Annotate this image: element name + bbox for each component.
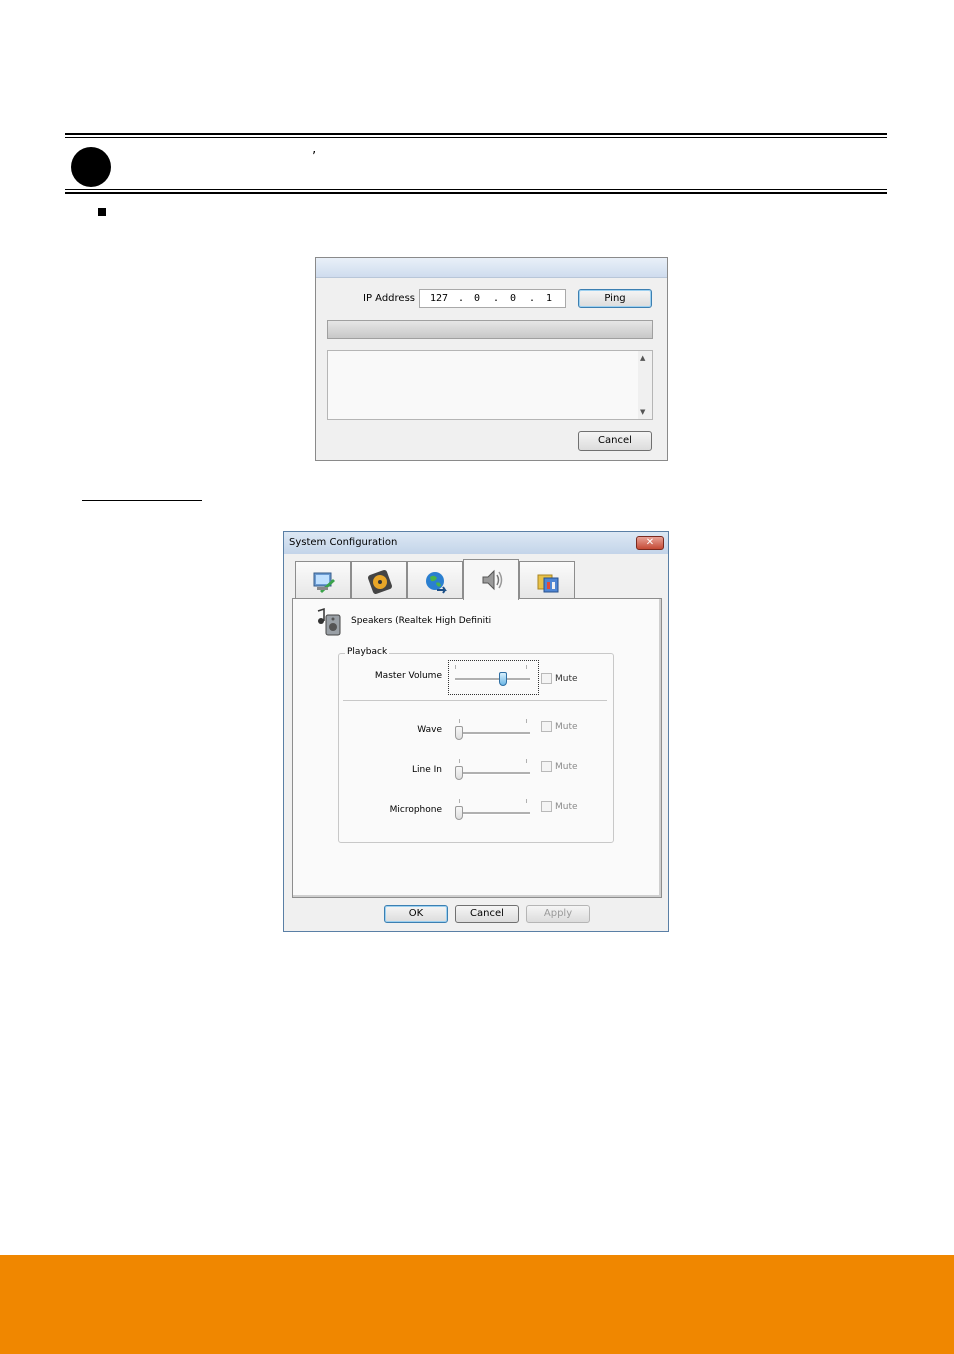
line-in-mute-label: Mute — [555, 762, 578, 772]
audio-device-icon — [317, 607, 341, 636]
system-settings-icon — [313, 572, 335, 593]
note-top-rule — [65, 133, 887, 135]
line-in-label: Line In — [412, 765, 442, 775]
ping-dialog: IP Address 127 . 0 . 0 . 1 Ping ▲ ▼ Canc… — [315, 257, 668, 461]
microphone-mute-checkbox[interactable] — [541, 801, 552, 812]
master-volume-tick — [526, 665, 527, 669]
close-button[interactable]: ✕ — [636, 536, 664, 550]
section-heading-underline — [82, 500, 202, 501]
ip-address-label: IP Address — [363, 293, 415, 304]
cancel-button[interactable]: Cancel — [455, 905, 519, 923]
microphone-mute-label: Mute — [555, 802, 578, 812]
note-bottom-rule — [65, 192, 887, 194]
microphone-label: Microphone — [389, 805, 442, 815]
note-top-rule-thin — [65, 137, 887, 138]
ip-octet-2: 0 — [474, 293, 481, 304]
note-icon — [71, 147, 111, 187]
ping-progress-bar — [327, 320, 653, 339]
master-volume-label: Master Volume — [374, 671, 442, 681]
ok-button[interactable]: OK — [384, 905, 448, 923]
microphone-track — [455, 812, 530, 815]
system-configuration-title-bar: System Configuration ✕ — [284, 532, 668, 554]
ip-octet-3: 0 — [510, 293, 517, 304]
note-bottom-rule-thin — [65, 189, 887, 190]
wave-slider[interactable] — [455, 726, 463, 740]
wave-mute-label: Mute — [555, 722, 578, 732]
wave-track — [455, 732, 530, 735]
microphone-tick — [459, 799, 460, 803]
playback-group-caption: Playback — [345, 647, 390, 657]
tab-storage[interactable] — [351, 561, 407, 599]
bullet-square-icon — [98, 208, 106, 216]
window-title: System Configuration — [289, 537, 398, 548]
wave-mute-checkbox[interactable] — [541, 721, 552, 732]
audio-settings-panel: Speakers (Realtek High Definiti Playback… — [292, 598, 662, 898]
ip-separator-3: . — [529, 293, 536, 304]
master-volume-mute-checkbox[interactable] — [541, 673, 552, 684]
speaker-icon — [482, 569, 503, 591]
master-volume-track — [455, 678, 530, 681]
microphone-tick — [526, 799, 527, 803]
line-in-tick — [526, 759, 527, 763]
tab-folders[interactable] — [519, 561, 575, 599]
master-volume-slider[interactable] — [499, 672, 507, 686]
line-in-tick — [459, 759, 460, 763]
wave-label: Wave — [417, 725, 442, 735]
master-volume-mute-label: Mute — [555, 674, 578, 684]
line-in-mute-checkbox[interactable] — [541, 761, 552, 772]
tab-network[interactable] — [407, 561, 463, 599]
system-configuration-dialog: System Configuration ✕ Speakers (Realtek… — [283, 531, 669, 932]
wave-tick — [459, 719, 460, 723]
ip-separator-2: . — [493, 293, 500, 304]
note-text-fragment: ’ — [312, 150, 317, 165]
ping-dialog-title-bar — [316, 258, 667, 278]
ping-cancel-button[interactable]: Cancel — [578, 431, 652, 451]
page-footer-band — [0, 1255, 954, 1354]
ip-separator-1: . — [458, 293, 465, 304]
ip-octet-1: 127 — [430, 293, 449, 304]
folders-icon — [537, 574, 559, 593]
microphone-slider[interactable] — [455, 806, 463, 820]
wave-tick — [526, 719, 527, 723]
ping-button[interactable]: Ping — [578, 289, 652, 308]
apply-button[interactable]: Apply — [526, 905, 590, 923]
ping-output-box[interactable]: ▲ ▼ — [327, 350, 653, 420]
audio-device-name: Speakers (Realtek High Definiti — [351, 616, 492, 626]
tab-system[interactable] — [295, 561, 351, 599]
network-globe-icon — [426, 572, 447, 594]
line-in-slider[interactable] — [455, 766, 463, 780]
output-scrollbar[interactable]: ▲ ▼ — [638, 351, 652, 419]
ip-octet-4: 1 — [546, 293, 553, 304]
line-in-track — [455, 772, 530, 775]
master-volume-tick — [455, 665, 456, 669]
ip-address-input[interactable]: 127 . 0 . 0 . 1 — [419, 289, 566, 308]
scroll-down-icon[interactable]: ▼ — [640, 408, 645, 416]
hard-disk-icon — [368, 570, 392, 594]
playback-separator — [343, 700, 607, 701]
scroll-up-icon[interactable]: ▲ — [640, 354, 645, 362]
tab-audio[interactable] — [463, 559, 519, 600]
